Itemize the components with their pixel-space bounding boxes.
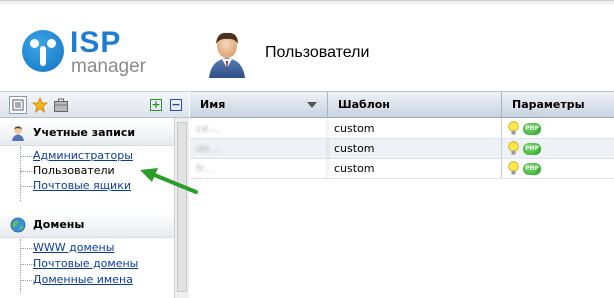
logo-text-manager: manager <box>71 56 146 77</box>
bulb-icon <box>508 161 519 175</box>
briefcase-icon[interactable] <box>52 96 70 114</box>
cell-template: custom <box>328 119 502 138</box>
bulb-icon <box>508 141 519 155</box>
table-row[interactable]: ce… custom PHP <box>190 119 614 139</box>
group-accounts-label: Учетные записи <box>33 126 136 139</box>
globe-icon <box>10 217 26 233</box>
collapse-all-button[interactable]: − <box>170 99 182 111</box>
isp-manager-logo: ISP manager <box>22 26 162 80</box>
column-header-template[interactable]: Шаблон <box>328 92 502 117</box>
users-table: Имя Шаблон Параметры ce… custom PHP de… … <box>190 91 614 298</box>
group-domains-label: Домены <box>33 218 85 231</box>
sidebar-item-mail-domains[interactable]: Почтовые домены <box>33 257 138 270</box>
table-header: Имя Шаблон Параметры <box>190 91 614 118</box>
php-icon: PHP <box>523 163 541 175</box>
user-avatar-icon <box>209 32 245 78</box>
group-accounts[interactable]: Учетные записи <box>0 120 174 146</box>
column-header-name[interactable]: Имя <box>190 92 328 117</box>
scrollbar-thumb[interactable] <box>177 122 187 292</box>
sidebar-item-www-domains[interactable]: WWW домены <box>33 241 114 254</box>
php-icon: PHP <box>523 143 541 155</box>
bulb-icon <box>508 121 519 135</box>
sort-desc-icon <box>307 102 317 108</box>
user-icon <box>12 126 24 141</box>
sidebar-item-users[interactable]: Пользователи <box>33 164 115 177</box>
sidebar-scrollbar[interactable] <box>174 118 189 298</box>
cell-params: PHP <box>502 159 614 178</box>
expand-all-button[interactable]: + <box>150 99 162 111</box>
table-row[interactable]: de… custom PHP <box>190 139 614 159</box>
logo-mark-icon <box>22 30 64 72</box>
cell-template: custom <box>328 139 502 158</box>
column-header-name-label: Имя <box>200 98 226 111</box>
sidebar-item-mailboxes[interactable]: Почтовые ящики <box>33 179 131 192</box>
column-header-params[interactable]: Параметры <box>502 92 614 117</box>
cell-template: custom <box>328 159 502 178</box>
logo-text-isp: ISP <box>70 26 122 59</box>
cell-params: PHP <box>502 139 614 158</box>
page-title: Пользователи <box>265 44 370 61</box>
list-view-icon[interactable] <box>9 96 27 114</box>
php-icon: PHP <box>523 123 541 135</box>
cell-name: fr… <box>190 159 328 178</box>
table-row[interactable]: fr… custom PHP <box>190 159 614 179</box>
sidebar-item-administrators[interactable]: Администраторы <box>33 149 133 162</box>
top-border <box>0 0 614 6</box>
sidebar-toolbar: + − <box>0 91 189 118</box>
group-domains[interactable]: Домены <box>0 212 174 238</box>
favorites-star-icon[interactable] <box>31 96 49 114</box>
cell-name: de… <box>190 139 328 158</box>
sidebar-item-domain-names[interactable]: Доменные имена <box>33 273 133 286</box>
navigation-tree: Учетные записи Администраторы Пользовате… <box>0 118 174 298</box>
cell-params: PHP <box>502 119 614 138</box>
cell-name: ce… <box>190 119 328 138</box>
